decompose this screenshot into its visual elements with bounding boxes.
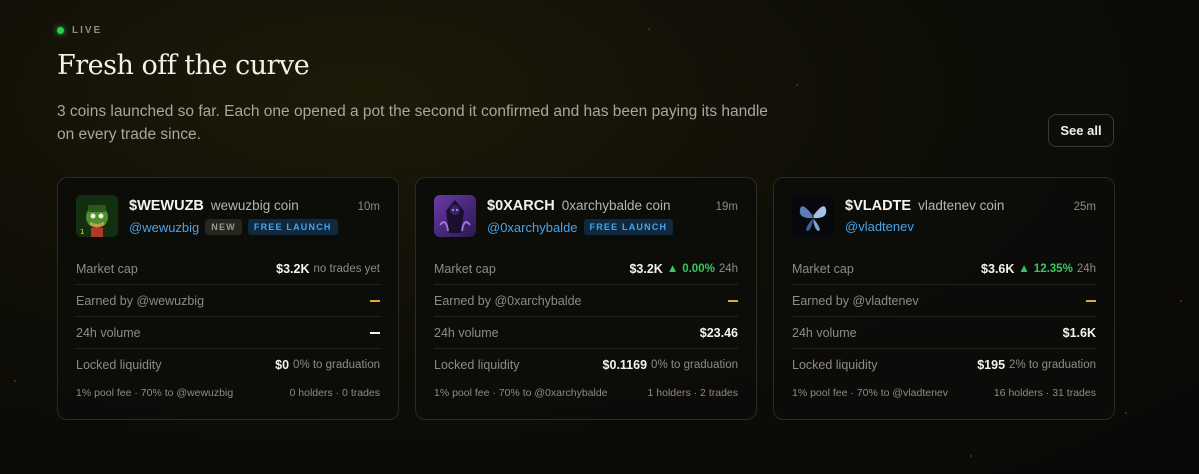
background-speck [1125, 412, 1127, 414]
earned-pending-dash [370, 299, 380, 302]
coin-card[interactable]: $VLADTE vladtenev coin 25m @vladtenev Ma… [773, 177, 1115, 420]
liquidity-row: Locked liquidity $195 2% to graduation [792, 349, 1096, 381]
live-dot-icon [57, 27, 64, 34]
market-cap-label: Market cap [792, 261, 854, 276]
earned-row: Earned by @wewuzbig [76, 285, 380, 317]
background-speck [14, 380, 16, 382]
liquidity-value: $0 [275, 358, 290, 372]
holders-trades-text: 16 holders · 31 trades [993, 387, 1096, 399]
volume-label: 24h volume [434, 325, 499, 340]
earned-row: Earned by @0xarchybalde [434, 285, 738, 317]
liquidity-label: Locked liquidity [792, 358, 878, 372]
market-cap-change: 12.35% [1033, 262, 1073, 275]
coin-card-footer: 1% pool fee · 70% to @vladtenev 16 holde… [792, 387, 1096, 399]
coin-name: wewuzbig coin [210, 198, 299, 213]
earned-pending-dash [1086, 299, 1096, 302]
coin-card-header: 1 $WEWUZB wewuzbig coin 10m @wewuzbig NE… [76, 195, 380, 239]
coin-card-list: 1 $WEWUZB wewuzbig coin 10m @wewuzbig NE… [57, 177, 1115, 420]
coin-name: vladtenev coin [918, 198, 1005, 213]
coin-ticker: $0XARCH [487, 198, 555, 214]
background-speck [796, 84, 798, 86]
coin-card-footer: 1% pool fee · 70% to @wewuzbig 0 holders… [76, 387, 380, 399]
volume-row: 24h volume [76, 317, 380, 349]
market-cap-row: Market cap $3.2K ▲ 0.00% 24h [434, 253, 738, 285]
earned-label: Earned by @vladtenev [792, 293, 919, 308]
market-cap-period: 24h [1076, 262, 1096, 275]
live-indicator: LIVE [57, 25, 102, 36]
market-cap-row: Market cap $3.2K no trades yet [76, 253, 380, 285]
earned-pending-dash [728, 299, 738, 302]
coin-age: 25m [1073, 201, 1096, 213]
market-cap-period: 24h [718, 262, 738, 275]
background-speck [648, 28, 650, 30]
coin-stats: Market cap $3.2K ▲ 0.00% 24h Earned by @… [434, 253, 738, 381]
liquidity-row: Locked liquidity $0 0% to graduation [76, 349, 380, 381]
earned-row: Earned by @vladtenev [792, 285, 1096, 317]
coin-card-footer: 1% pool fee · 70% to @0xarchybalde 1 hol… [434, 387, 738, 399]
live-label: LIVE [72, 25, 103, 36]
volume-label: 24h volume [76, 325, 141, 340]
triangle-up-icon: ▲ [666, 262, 679, 275]
volume-row: 24h volume $23.46 [434, 317, 738, 349]
coin-ticker: $WEWUZB [129, 198, 204, 214]
creator-handle-link[interactable]: @vladtenev [845, 219, 914, 234]
coin-ticker: $VLADTE [845, 198, 912, 214]
market-cap-label: Market cap [434, 261, 496, 276]
earned-label: Earned by @wewuzbig [76, 293, 205, 308]
liquidity-note: 0% to graduation [293, 359, 380, 371]
market-cap-value: $3.6K [981, 261, 1015, 276]
blue-butterfly-avatar-icon [792, 195, 834, 237]
coin-card[interactable]: 1 $WEWUZB wewuzbig coin 10m @wewuzbig NE… [57, 177, 399, 420]
coin-stats: Market cap $3.2K no trades yet Earned by… [76, 253, 380, 381]
new-badge: NEW [205, 219, 242, 235]
see-all-button[interactable]: See all [1048, 114, 1114, 147]
pool-fee-text: 1% pool fee · 70% to @0xarchybalde [434, 387, 608, 399]
volume-row: 24h volume $1.6K [792, 317, 1096, 349]
coin-name: 0xarchybalde coin [561, 198, 671, 213]
market-cap-note: no trades yet [313, 262, 380, 275]
liquidity-note: 2% to graduation [1009, 359, 1096, 371]
holders-trades-text: 0 holders · 0 trades [289, 387, 380, 399]
coin-card[interactable]: $0XARCH 0xarchybalde coin 19m @0xarchyba… [415, 177, 757, 420]
liquidity-row: Locked liquidity $0.1169 0% to graduatio… [434, 349, 738, 381]
coin-card-header: $VLADTE vladtenev coin 25m @vladtenev [792, 195, 1096, 239]
liquidity-note: 0% to graduation [651, 359, 738, 371]
volume-value: $23.46 [699, 325, 738, 340]
market-cap-value: $3.2K [276, 261, 310, 276]
svg-text:1: 1 [80, 228, 84, 236]
free-launch-badge: FREE LAUNCH [583, 219, 674, 235]
volume-label: 24h volume [792, 325, 857, 340]
background-speck [1180, 300, 1182, 302]
coin-age: 10m [357, 201, 380, 213]
volume-value: $1.6K [1062, 325, 1096, 340]
market-cap-value: $3.2K [629, 261, 663, 276]
creator-handle-link[interactable]: @0xarchybalde [487, 220, 578, 235]
purple-figure-avatar-icon [434, 195, 476, 237]
background-speck [970, 455, 972, 457]
holders-trades-text: 1 holders · 2 trades [647, 387, 738, 399]
creator-handle-link[interactable]: @wewuzbig [129, 220, 199, 235]
pool-fee-text: 1% pool fee · 70% to @wewuzbig [76, 387, 234, 399]
cartoon-character-avatar-icon: 1 [76, 195, 118, 237]
coin-age: 19m [715, 201, 738, 213]
coin-stats: Market cap $3.6K ▲ 12.35% 24h Earned by … [792, 253, 1096, 381]
liquidity-value: $0.1169 [602, 358, 648, 372]
coin-card-header: $0XARCH 0xarchybalde coin 19m @0xarchyba… [434, 195, 738, 239]
pool-fee-text: 1% pool fee · 70% to @vladtenev [792, 387, 949, 399]
market-cap-change: 0.00% [682, 262, 715, 275]
volume-empty-dash [370, 331, 380, 334]
market-cap-label: Market cap [76, 261, 138, 276]
earned-label: Earned by @0xarchybalde [434, 293, 582, 308]
liquidity-value: $195 [977, 358, 1006, 372]
free-launch-badge: FREE LAUNCH [247, 219, 338, 235]
section-title: Fresh off the curve [57, 50, 310, 81]
triangle-up-icon: ▲ [1018, 262, 1030, 275]
liquidity-label: Locked liquidity [434, 358, 520, 372]
section-description: 3 coins launched so far. Each one opened… [57, 103, 768, 143]
liquidity-label: Locked liquidity [76, 358, 162, 372]
market-cap-row: Market cap $3.6K ▲ 12.35% 24h [792, 253, 1096, 285]
